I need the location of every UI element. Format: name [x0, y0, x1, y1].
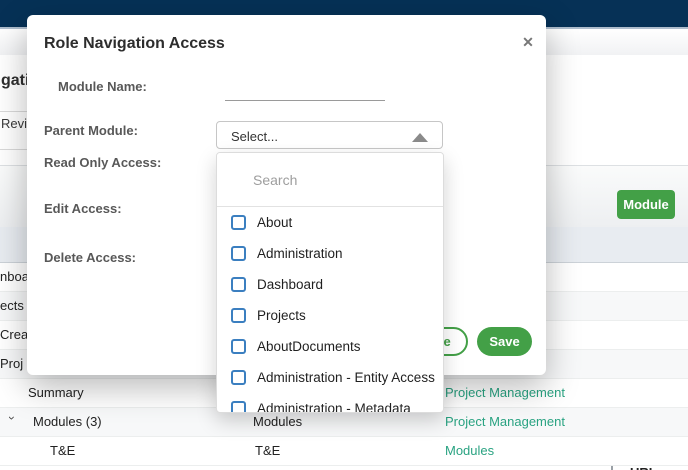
page-title-partial: gati — [1, 72, 29, 90]
row-parent-link[interactable]: Project Management — [445, 414, 565, 429]
read-only-access-label: Read Only Access: — [44, 155, 161, 170]
row-module: T&E — [255, 443, 280, 458]
checkbox-icon[interactable] — [231, 370, 246, 385]
option-label: Administration - Entity Access — [257, 370, 435, 385]
checkbox-icon[interactable] — [231, 277, 246, 292]
row-name: T&E — [50, 443, 75, 458]
option-label: Administration — [257, 246, 343, 261]
close-icon[interactable]: ✕ — [519, 33, 537, 51]
row-name: Modules (3) — [33, 414, 102, 429]
select-value: Select... — [231, 129, 278, 144]
checkbox-icon[interactable] — [231, 215, 246, 230]
row-name-partial: nboa — [0, 269, 29, 284]
search-input[interactable] — [217, 153, 443, 207]
header-divider — [0, 111, 27, 112]
dropdown-option[interactable]: About — [217, 208, 443, 239]
option-label: Dashboard — [257, 277, 323, 292]
option-label: Administration - Metadata — [257, 401, 411, 413]
edit-access-label: Edit Access: — [44, 201, 122, 216]
dropdown-option[interactable]: Dashboard — [217, 270, 443, 301]
parent-module-select[interactable]: Select... — [216, 121, 443, 149]
parent-module-label: Parent Module: — [44, 123, 138, 138]
row-name: Summary — [28, 385, 84, 400]
checkbox-icon[interactable] — [231, 308, 246, 323]
delete-access-label: Delete Access: — [44, 250, 136, 265]
dropdown-option[interactable]: AboutDocuments — [217, 332, 443, 363]
row-name-partial: ects — [0, 298, 24, 313]
subnav-divider — [0, 149, 27, 150]
checkbox-icon[interactable] — [231, 246, 246, 261]
dropdown-option[interactable]: Administration - Entity Access — [217, 363, 443, 394]
parent-module-dropdown: About Administration Dashboard Projects … — [216, 152, 444, 413]
module-button[interactable]: Module — [617, 190, 675, 219]
row-name-partial: Proj — [0, 356, 23, 371]
module-name-input[interactable] — [225, 83, 385, 101]
option-label: Projects — [257, 308, 306, 323]
dropdown-option[interactable]: Administration - Metadata — [217, 394, 443, 413]
module-name-label: Module Name: — [58, 79, 147, 94]
modal-title: Role Navigation Access — [44, 35, 225, 53]
table-row[interactable]: T&E T&E Modules — [0, 437, 688, 466]
checkbox-icon[interactable] — [231, 339, 246, 354]
option-label: AboutDocuments — [257, 339, 361, 354]
dropdown-option-list: About Administration Dashboard Projects … — [217, 208, 443, 413]
chevron-down-icon[interactable]: › — [5, 416, 19, 428]
dropdown-option[interactable]: Projects — [217, 301, 443, 332]
caret-up-icon — [412, 133, 428, 142]
row-module: Modules — [253, 414, 302, 429]
option-label: About — [257, 215, 292, 230]
row-parent-link[interactable]: Modules — [445, 443, 494, 458]
screen: gati Revie Module URL nboa ects Crea Pro… — [0, 0, 688, 470]
row-name-partial: Crea — [0, 327, 28, 342]
save-button[interactable]: Save — [477, 327, 532, 356]
dropdown-option[interactable]: Administration — [217, 239, 443, 270]
checkbox-icon[interactable] — [231, 401, 246, 413]
row-parent-link[interactable]: Project Management — [445, 385, 565, 400]
